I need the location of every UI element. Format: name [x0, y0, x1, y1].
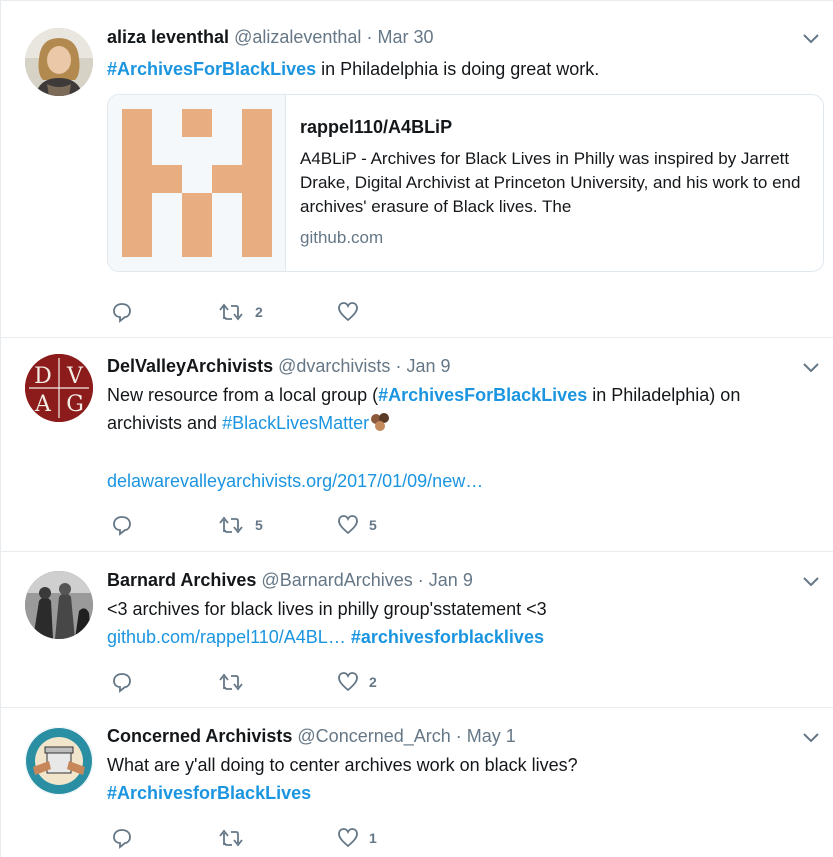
- like-button[interactable]: [337, 300, 369, 324]
- user-handle[interactable]: @BarnardArchives: [261, 570, 412, 590]
- display-name[interactable]: Barnard Archives: [107, 570, 256, 590]
- avatar[interactable]: [25, 727, 93, 795]
- avatar[interactable]: D V A G: [25, 354, 93, 422]
- like-count: 2: [369, 674, 377, 690]
- card-image: [108, 95, 286, 271]
- chevron-down-icon[interactable]: [802, 32, 820, 44]
- retweet-icon: [219, 673, 243, 691]
- hashtag-link[interactable]: #ArchivesForBlackLives: [378, 385, 587, 405]
- retweet-icon: [219, 829, 243, 847]
- chevron-down-icon[interactable]: [802, 731, 820, 743]
- retweet-icon: [219, 303, 243, 321]
- tweet-header: Concerned Archivists @Concerned_Arch · M…: [107, 725, 516, 747]
- user-handle[interactable]: @dvarchivists: [278, 356, 390, 376]
- avatar-letter: A: [34, 392, 52, 417]
- avatar-letter: G: [66, 392, 84, 417]
- tweet-feed: aliza leventhal @alizaleventhal · Mar 30…: [0, 0, 833, 857]
- heart-icon: [338, 828, 358, 848]
- text-segment: <3 archives for black lives in philly gr…: [107, 599, 547, 619]
- user-handle[interactable]: @alizaleventhal: [234, 27, 361, 47]
- retweet-button[interactable]: 5: [219, 513, 263, 537]
- reply-icon: [113, 673, 131, 693]
- reply-icon: [113, 303, 131, 323]
- card-title: rappel110/A4BLiP: [300, 117, 453, 137]
- reply-button[interactable]: [111, 300, 133, 324]
- tweet-actions: 1: [107, 826, 507, 850]
- text-segment: New resource from a local group (: [107, 385, 379, 405]
- user-handle[interactable]: @Concerned_Arch: [297, 726, 450, 746]
- a4blip-logo: [122, 109, 272, 257]
- avatar-letter: D: [34, 364, 52, 389]
- reply-button[interactable]: [111, 513, 133, 537]
- tweet-header: aliza leventhal @alizaleventhal · Mar 30: [107, 26, 434, 48]
- reply-icon: [113, 516, 131, 536]
- tweet-text: <3 archives for black lives in philly gr…: [107, 595, 810, 651]
- like-count: 1: [369, 830, 377, 846]
- heart-icon: [338, 302, 358, 322]
- chevron-down-icon[interactable]: [802, 361, 820, 373]
- raised-fist-emoji-icon: [371, 413, 390, 431]
- tweet-text: What are y'all doing to center archives …: [107, 751, 810, 807]
- hashtag-link[interactable]: #BlackLivesMatter: [222, 413, 369, 433]
- link-card[interactable]: rappel110/A4BLiP A4BLiP - Archives for B…: [107, 94, 824, 272]
- tweet-actions: 2: [107, 300, 507, 324]
- tweet-date[interactable]: May 1: [467, 726, 516, 746]
- text-segment: What are y'all doing to center archives …: [107, 755, 578, 775]
- heart-icon: [338, 515, 358, 535]
- chevron-down-icon[interactable]: [802, 575, 820, 587]
- like-count: 5: [369, 517, 377, 533]
- retweet-button[interactable]: [219, 670, 255, 694]
- retweet-count: 5: [255, 517, 263, 533]
- tweet-date[interactable]: Mar 30: [377, 27, 433, 47]
- separator: ·: [455, 726, 462, 746]
- retweet-count: 2: [255, 304, 263, 320]
- tweet[interactable]: Barnard Archives @BarnardArchives · Jan …: [1, 552, 833, 708]
- tweet-link[interactable]: delawarevalleyarchivists.org/2017/01/09/…: [107, 467, 810, 495]
- tweet-actions: 5 5: [107, 513, 507, 537]
- display-name[interactable]: DelValleyArchivists: [107, 356, 273, 376]
- tweet-link[interactable]: github.com/rappel110/A4BL…: [107, 627, 346, 647]
- card-domain: github.com: [300, 228, 384, 247]
- avatar-letter: V: [66, 364, 84, 389]
- tweet-actions: 2: [107, 670, 507, 694]
- separator: ·: [366, 27, 373, 47]
- tweet-header: DelValleyArchivists @dvarchivists · Jan …: [107, 355, 451, 377]
- tweet-text: New resource from a local group (#Archiv…: [107, 381, 810, 437]
- avatar[interactable]: [25, 571, 93, 639]
- reply-button[interactable]: [111, 670, 133, 694]
- tweet-date[interactable]: Jan 9: [406, 356, 450, 376]
- display-name[interactable]: Concerned Archivists: [107, 726, 292, 746]
- tweet-text: #ArchivesForBlackLives in Philadelphia i…: [107, 55, 810, 83]
- retweet-icon: [219, 516, 243, 534]
- separator: ·: [395, 356, 402, 376]
- tweet-date[interactable]: Jan 9: [429, 570, 473, 590]
- card-description: A4BLiP - Archives for Black Lives in Phi…: [300, 149, 801, 216]
- like-button[interactable]: 5: [337, 513, 377, 537]
- separator: ·: [417, 570, 424, 590]
- heart-icon: [338, 672, 358, 692]
- tweet-header: Barnard Archives @BarnardArchives · Jan …: [107, 569, 473, 591]
- text-segment: in Philadelphia is doing great work.: [316, 59, 600, 79]
- tweet[interactable]: aliza leventhal @alizaleventhal · Mar 30…: [1, 1, 833, 338]
- avatar[interactable]: [25, 28, 93, 96]
- like-button[interactable]: 1: [337, 826, 377, 850]
- like-button[interactable]: 2: [337, 670, 377, 694]
- retweet-button[interactable]: 2: [219, 300, 263, 324]
- tweet[interactable]: Concerned Archivists @Concerned_Arch · M…: [1, 708, 833, 857]
- reply-icon: [113, 829, 131, 849]
- hashtag-link[interactable]: #archivesforblacklives: [351, 627, 544, 647]
- hashtag-link[interactable]: #ArchivesforBlackLives: [107, 783, 311, 803]
- hashtag-link[interactable]: #ArchivesForBlackLives: [107, 59, 316, 79]
- display-name[interactable]: aliza leventhal: [107, 27, 229, 47]
- reply-button[interactable]: [111, 826, 133, 850]
- tweet[interactable]: D V A G DelValleyArchivists @dvarchivist…: [1, 338, 833, 552]
- retweet-button[interactable]: [219, 826, 255, 850]
